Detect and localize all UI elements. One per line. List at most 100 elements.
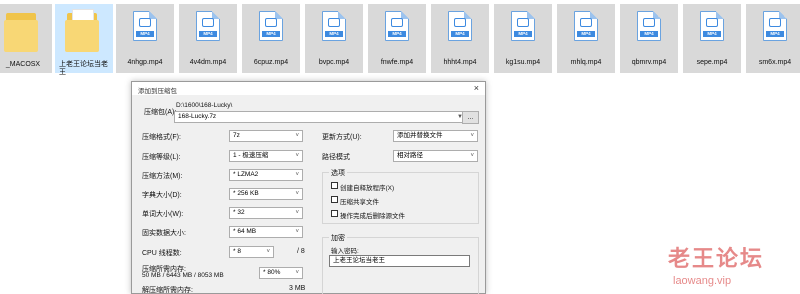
archive-name-combo[interactable]: 168-Lucky.7z ▼ — [174, 111, 467, 123]
tag: MP4 — [262, 31, 280, 37]
mem-decompress-label: 解压缩所需内存: — [142, 287, 193, 294]
pathmode-label: 路径模式 — [322, 154, 350, 161]
chevron-down-icon: ˅ — [266, 249, 270, 255]
mp4-file-icon: MP4 — [700, 11, 724, 41]
mp4-file-icon: MP4 — [322, 11, 346, 41]
file-name: qbmrv.mp4 — [631, 59, 667, 66]
file-tile-mp4[interactable]: MP4 6cpuz.mp4 — [242, 4, 300, 73]
file-tile-folder[interactable]: _MACOSX — [0, 4, 52, 73]
tag: MP4 — [514, 31, 532, 37]
shared-files-checkbox[interactable] — [331, 196, 338, 203]
file-name: sepe.mp4 — [696, 59, 728, 66]
word-select[interactable]: * 32 ˅ — [229, 207, 303, 219]
value: * 80% — [263, 269, 281, 276]
word-label: 单词大小(W): — [142, 211, 184, 218]
play — [643, 18, 655, 27]
tag: MP4 — [136, 31, 154, 37]
watermark-url: laowang.vip — [673, 275, 732, 287]
mp4-file-icon: MP4 — [574, 11, 598, 41]
threads-label: CPU 线程数: — [142, 250, 182, 257]
file-name: fnwfe.mp4 — [380, 59, 414, 66]
file-tile-mp4[interactable]: MP4 qbmrv.mp4 — [620, 4, 678, 73]
delete-after-label: 操作完成后删除源文件 — [340, 213, 405, 220]
play — [391, 18, 403, 27]
file-name: 4v4dm.mp4 — [189, 59, 227, 66]
chevron-down-icon: ˅ — [295, 191, 299, 197]
shared-files-label: 压缩共享文件 — [340, 199, 379, 206]
pathmode-select[interactable]: 相对路径 ˅ — [393, 150, 478, 162]
mp4-file-icon: MP4 — [196, 11, 220, 41]
dialog-titlebar: 添加到压缩包 × — [132, 82, 485, 95]
chevron-down-icon: ˅ — [295, 210, 299, 216]
tag: MP4 — [766, 31, 784, 37]
threads-max: / 8 — [297, 248, 305, 255]
play — [265, 18, 277, 27]
options-title: 选项 — [329, 168, 347, 178]
add-to-archive-dialog: 添加到压缩包 × 压缩包(A): D:\1600\168-Lucky\ 168-… — [131, 81, 486, 294]
password-input[interactable]: 上老王论坛当老王 — [329, 255, 470, 267]
file-tile-mp4[interactable]: MP4 4v4dm.mp4 — [179, 4, 237, 73]
value: 相对路径 — [397, 152, 423, 159]
mem-compress-detail: 50 MB / 6443 MB / 8053 MB — [142, 272, 224, 279]
sfx-checkbox[interactable] — [331, 182, 338, 189]
sfx-label: 创建自释放程序(X) — [340, 185, 395, 192]
file-name: 上老王论坛当老王 — [59, 61, 108, 76]
mp4-file-icon: MP4 — [448, 11, 472, 41]
archive-name-value: 168-Lucky.7z — [178, 113, 217, 120]
dict-label: 字典大小(D): — [142, 192, 182, 199]
file-tile-mp4[interactable]: MP4 4nhgp.mp4 — [116, 4, 174, 73]
file-tile-mp4[interactable]: MP4 sepe.mp4 — [683, 4, 741, 73]
chevron-down-icon: ˅ — [295, 172, 299, 178]
level-select[interactable]: 1 - 极速压缩 ˅ — [229, 150, 303, 162]
value: * 8 — [233, 248, 241, 255]
play — [706, 18, 718, 27]
folder-front — [65, 20, 99, 52]
mp4-file-icon: MP4 — [637, 11, 661, 41]
chevron-down-icon: ˅ — [470, 153, 474, 159]
play — [202, 18, 214, 27]
chevron-down-icon: ˅ — [295, 270, 299, 276]
chevron-down-icon: ˅ — [295, 133, 299, 139]
value: * 32 — [233, 209, 245, 216]
archive-label: 压缩包(A): — [144, 109, 177, 116]
tag: MP4 — [388, 31, 406, 37]
format-select[interactable]: 7z ˅ — [229, 130, 303, 142]
solid-select[interactable]: * 64 MB ˅ — [229, 226, 303, 238]
file-name: bvpc.mp4 — [318, 59, 350, 66]
value: * 64 MB — [233, 228, 257, 235]
file-tile-mp4[interactable]: MP4 fnwfe.mp4 — [368, 4, 426, 73]
threads-select[interactable]: * 8 ˅ — [229, 246, 274, 258]
play — [139, 18, 151, 27]
file-tile-folder[interactable]: 上老王论坛当老王 — [55, 4, 113, 76]
watermark-title: 老王论坛 — [668, 247, 765, 272]
file-tile-mp4[interactable]: MP4 kg1su.mp4 — [494, 4, 552, 73]
tag: MP4 — [325, 31, 343, 37]
file-name: mhlq.mp4 — [570, 59, 602, 66]
file-name: sm6x.mp4 — [758, 59, 792, 66]
file-tile-mp4[interactable]: MP4 hhht4.mp4 — [431, 4, 489, 73]
chevron-down-icon: ˅ — [295, 229, 299, 235]
method-select[interactable]: * LZMA2 ˅ — [229, 169, 303, 181]
mp4-file-icon: MP4 — [511, 11, 535, 41]
play — [328, 18, 340, 27]
dict-select[interactable]: * 256 KB ˅ — [229, 188, 303, 200]
chevron-down-icon: ˅ — [295, 153, 299, 159]
play — [769, 18, 781, 27]
file-tile-mp4[interactable]: MP4 mhlq.mp4 — [557, 4, 615, 73]
mem-usage-select[interactable]: * 80% ˅ — [259, 267, 303, 279]
file-name: 4nhgp.mp4 — [127, 59, 163, 66]
update-select[interactable]: 添加并替换文件 ˅ — [393, 130, 478, 142]
tag: MP4 — [703, 31, 721, 37]
delete-after-checkbox[interactable] — [331, 210, 338, 217]
password-label: 输入密码: — [331, 248, 359, 255]
file-tile-mp4[interactable]: MP4 bvpc.mp4 — [305, 4, 363, 73]
mp4-file-icon: MP4 — [259, 11, 283, 41]
value: * LZMA2 — [233, 171, 259, 178]
mem-decompress-value: 3 MB — [289, 285, 306, 292]
chevron-down-icon: ˅ — [470, 133, 474, 139]
file-tile-mp4[interactable]: MP4 sm6x.mp4 — [746, 4, 800, 73]
browse-button[interactable]: ... — [462, 111, 479, 124]
close-icon[interactable]: × — [474, 83, 479, 93]
tag: MP4 — [577, 31, 595, 37]
file-name: _MACOSX — [5, 61, 41, 68]
